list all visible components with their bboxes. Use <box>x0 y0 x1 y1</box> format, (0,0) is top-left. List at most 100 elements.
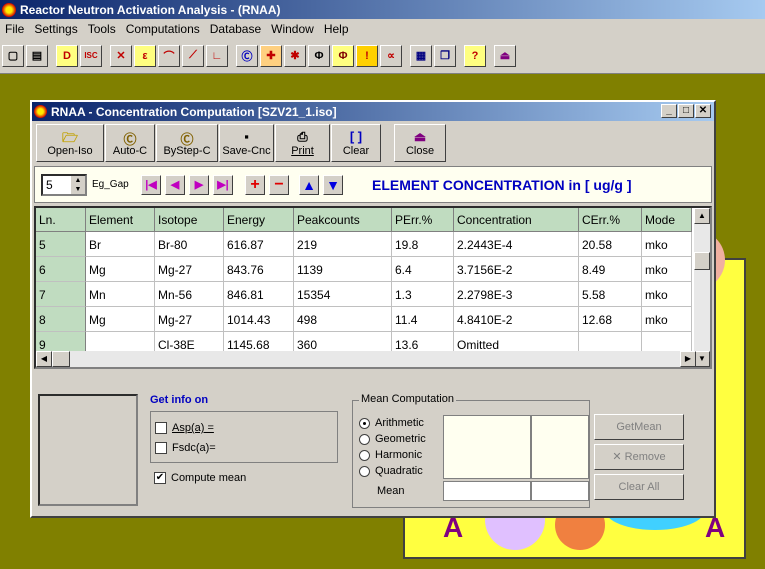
radio-arithmetic[interactable]: Arithmetic <box>359 417 424 429</box>
doc-list-icon[interactable]: ▤ <box>26 44 48 67</box>
header-cell[interactable]: Energy <box>224 208 294 232</box>
table-cell[interactable]: mko <box>642 257 692 282</box>
move-down-icon[interactable]: ▼ <box>323 175 343 195</box>
table-row[interactable]: 8 Mg Mg-27 1014.43 498 11.4 4.8410E-2 12.68 mko <box>36 307 692 332</box>
table-cell[interactable]: Br-80 <box>155 232 224 257</box>
alpha-icon[interactable]: ∝ <box>380 44 402 67</box>
table-cell[interactable]: Mg-27 <box>155 257 224 282</box>
table-cell[interactable]: 6 <box>36 257 86 282</box>
table-cell[interactable]: 12.68 <box>579 307 642 332</box>
compute-mean-checkbox[interactable]: ✔ Compute mean <box>154 472 246 484</box>
table-cell[interactable]: 8 <box>36 307 86 332</box>
getmean-button[interactable]: GetMean <box>594 414 684 440</box>
help-icon[interactable]: ? <box>464 44 486 67</box>
curve-icon[interactable]: ⌒ <box>158 44 180 67</box>
table-cell[interactable]: 1139 <box>294 257 392 282</box>
windows-icon[interactable]: ❐ <box>434 44 456 67</box>
table-cell[interactable]: 1014.43 <box>224 307 294 332</box>
table-row[interactable]: 7 Mn Mn-56 846.81 15354 1.3 2.2798E-3 5.58 mko <box>36 282 692 307</box>
concentration-grid[interactable]: Ln. Element Isotope Energy Peakcounts PE… <box>34 206 712 369</box>
open-iso-button[interactable]: 🗁 Open-Iso <box>36 124 104 162</box>
isc-icon[interactable]: ISC <box>80 44 102 67</box>
table-cell[interactable]: Mg-27 <box>155 307 224 332</box>
header-cell[interactable]: Ln. <box>36 208 86 232</box>
table-cell[interactable]: mko <box>642 232 692 257</box>
cross-icon[interactable]: ✚ <box>260 44 282 67</box>
first-record-icon[interactable]: |◀ <box>141 175 161 195</box>
x-icon[interactable]: ✕ <box>110 44 132 67</box>
table-cell[interactable]: Mg <box>86 307 155 332</box>
fall-icon[interactable]: ∟ <box>206 44 228 67</box>
exit-icon[interactable]: ⏏ <box>494 44 516 67</box>
table-cell[interactable]: 846.81 <box>224 282 294 307</box>
header-cell[interactable]: PErr.% <box>392 208 454 232</box>
spinner-arrows-icon[interactable]: ▲ ▼ <box>71 176 85 194</box>
table-cell[interactable]: Br <box>86 232 155 257</box>
info-icon[interactable]: ! <box>356 44 378 67</box>
scroll-thumb[interactable] <box>694 252 710 270</box>
table-cell[interactable]: Mn-56 <box>155 282 224 307</box>
table-cell[interactable]: 4.8410E-2 <box>454 307 579 332</box>
menu-settings[interactable]: Settings <box>29 22 82 36</box>
menu-computations[interactable]: Computations <box>121 22 205 36</box>
maximize-button[interactable]: □ <box>678 104 694 118</box>
table-cell[interactable]: 6.4 <box>392 257 454 282</box>
mean-value-field[interactable] <box>443 481 531 501</box>
radio-quadratic[interactable]: Quadratic <box>359 465 423 477</box>
menu-tools[interactable]: Tools <box>83 22 121 36</box>
table-cell[interactable]: mko <box>642 307 692 332</box>
print-button[interactable]: ⎙ Print <box>275 124 330 162</box>
table-cell[interactable]: 2.2798E-3 <box>454 282 579 307</box>
table-row[interactable]: 6 Mg Mg-27 843.76 1139 6.4 3.7156E-2 8.49 mko <box>36 257 692 282</box>
table-cell[interactable]: 11.4 <box>392 307 454 332</box>
table-cell[interactable]: Mg <box>86 257 155 282</box>
horizontal-scrollbar[interactable]: ◀ ▶ <box>36 351 696 367</box>
asterisk-icon[interactable]: ✱ <box>284 44 306 67</box>
phi-f-icon[interactable]: Φ <box>332 44 354 67</box>
table-cell[interactable]: 5 <box>36 232 86 257</box>
scroll-up-icon[interactable]: ▲ <box>694 208 710 224</box>
table-cell[interactable]: mko <box>642 282 692 307</box>
vertical-scrollbar[interactable]: ▲ ▼ <box>694 208 710 367</box>
next-record-icon[interactable]: ▶ <box>189 175 209 195</box>
d-icon[interactable]: D <box>56 44 78 67</box>
last-record-icon[interactable]: ▶| <box>213 175 233 195</box>
scroll-left-icon[interactable]: ◀ <box>36 351 52 367</box>
mean-error-field[interactable] <box>531 481 589 501</box>
table-cell[interactable]: 3.7156E-2 <box>454 257 579 282</box>
header-cell[interactable]: Peakcounts <box>294 208 392 232</box>
header-cell[interactable]: Isotope <box>155 208 224 232</box>
table-cell[interactable]: 219 <box>294 232 392 257</box>
bystep-c-button[interactable]: Ⓒ ByStep-C <box>156 124 218 162</box>
prev-record-icon[interactable]: ◀ <box>165 175 185 195</box>
radio-geometric[interactable]: Geometric <box>359 433 426 445</box>
clear-button[interactable]: [ ] Clear <box>331 124 381 162</box>
remove-button[interactable]: ✕ Remove <box>594 444 684 470</box>
scroll-right-icon[interactable]: ▶ <box>680 351 696 367</box>
minimize-button[interactable]: _ <box>661 104 677 118</box>
menu-database[interactable]: Database <box>205 22 266 36</box>
table-cell[interactable]: 7 <box>36 282 86 307</box>
header-cell[interactable]: Concentration <box>454 208 579 232</box>
asp-checkbox[interactable]: Asp(a) = <box>155 422 214 434</box>
table-cell[interactable]: 498 <box>294 307 392 332</box>
menu-window[interactable]: Window <box>266 22 319 36</box>
auto-c-button[interactable]: Ⓒ Auto-C <box>105 124 155 162</box>
table-cell[interactable]: 616.87 <box>224 232 294 257</box>
header-cell[interactable]: CErr.% <box>579 208 642 232</box>
ep-icon[interactable]: ε <box>134 44 156 67</box>
header-cell[interactable]: Mode <box>642 208 692 232</box>
fsdc-checkbox[interactable]: Fsdc(a)= <box>155 442 216 454</box>
table-cell[interactable]: 20.58 <box>579 232 642 257</box>
close-dialog-button[interactable]: ⏏ Close <box>394 124 446 162</box>
cc-icon[interactable]: Ⓒ <box>236 44 258 67</box>
new-doc-icon[interactable]: ▢ <box>2 44 24 67</box>
table-cell[interactable]: 19.8 <box>392 232 454 257</box>
header-cell[interactable]: Element <box>86 208 155 232</box>
add-record-icon[interactable]: + <box>245 175 265 195</box>
close-button[interactable]: ✕ <box>695 104 711 118</box>
table-cell[interactable]: Mn <box>86 282 155 307</box>
save-cnc-button[interactable]: ▪ Save-Cnc <box>219 124 274 162</box>
table-cell[interactable]: 5.58 <box>579 282 642 307</box>
remove-record-icon[interactable]: − <box>269 175 289 195</box>
